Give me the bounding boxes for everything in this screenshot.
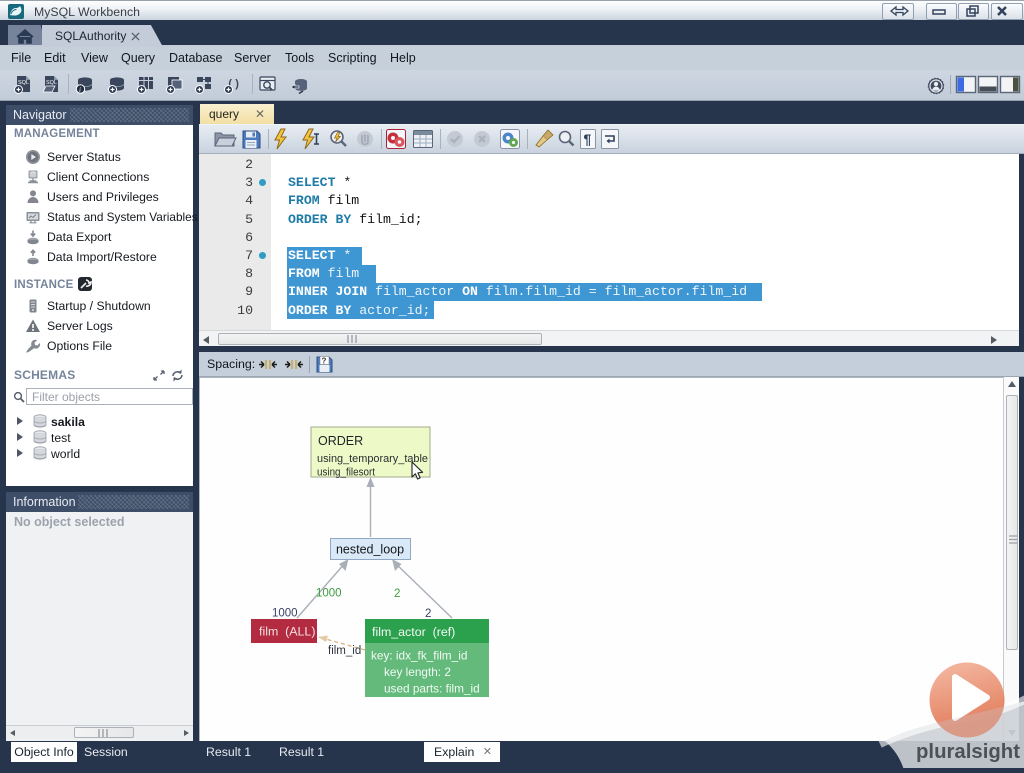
svg-text:key: idx_fk_film_id: key: idx_fk_film_id xyxy=(371,649,467,663)
svg-text:SQL: SQL xyxy=(18,80,29,86)
svg-text:2: 2 xyxy=(394,588,400,600)
svg-text:film_id: film_id xyxy=(328,645,361,657)
svg-text:1000: 1000 xyxy=(272,608,298,620)
svg-text:1000: 1000 xyxy=(316,588,342,600)
svg-text:i: i xyxy=(79,86,81,94)
svg-text:film (ALL): film (ALL) xyxy=(259,625,315,639)
svg-text:nested_loop: nested_loop xyxy=(336,543,404,557)
svg-text:using_temporary_table: using_temporary_table xyxy=(317,453,428,465)
svg-text:¶: ¶ xyxy=(584,131,592,147)
svg-text:used parts: film_id: used parts: film_id xyxy=(384,682,480,696)
svg-text:?: ? xyxy=(322,357,327,366)
svg-text:ORDER: ORDER xyxy=(318,434,363,448)
svg-text:2: 2 xyxy=(425,608,431,620)
svg-text:SQL: SQL xyxy=(46,80,57,86)
svg-text:using_filesort: using_filesort xyxy=(317,467,375,479)
svg-text:film_actor (ref): film_actor (ref) xyxy=(372,625,455,639)
svg-text:key length: 2: key length: 2 xyxy=(384,665,451,679)
